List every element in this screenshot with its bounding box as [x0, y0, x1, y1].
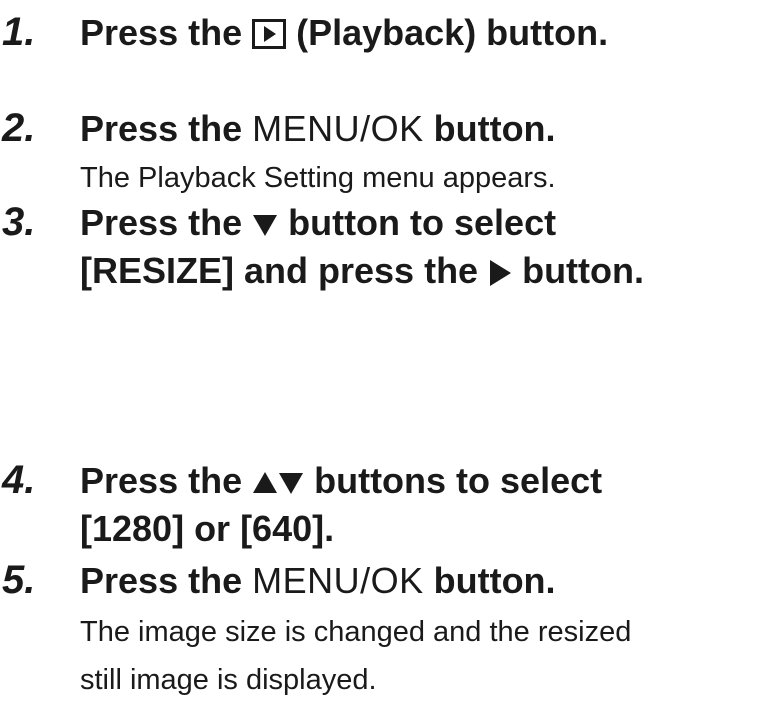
step-heading-line2: [1280] or [640]. [80, 508, 335, 549]
step-description: The Playback Setting menu appears. [80, 162, 556, 194]
down-arrow-icon [278, 471, 304, 495]
step-heading: Press the button to select [80, 202, 557, 243]
playback-icon [252, 19, 287, 49]
up-arrow-icon [252, 471, 278, 495]
step-number: 3. [2, 200, 36, 244]
step-number: 2. [2, 106, 36, 150]
step-heading: Press the buttons to select [80, 460, 603, 501]
step-description-line2: still image is displayed. [80, 664, 377, 696]
step-heading: Press the (Playback) button. [80, 12, 609, 53]
right-arrow-icon [488, 259, 512, 287]
step-number: 5. [2, 558, 36, 602]
step-description: The image size is changed and the resize… [80, 616, 632, 648]
step-heading: Press the MENU/OK button. [80, 108, 556, 149]
step-number: 4. [2, 458, 36, 502]
step-number: 1. [2, 10, 36, 54]
menu-ok-label: MENU/OK [252, 108, 424, 149]
step-heading: Press the MENU/OK button. [80, 560, 556, 601]
down-arrow-icon [252, 213, 278, 237]
menu-ok-label: MENU/OK [252, 560, 424, 601]
step-heading-line2: [RESIZE] and press the button. [80, 250, 645, 291]
